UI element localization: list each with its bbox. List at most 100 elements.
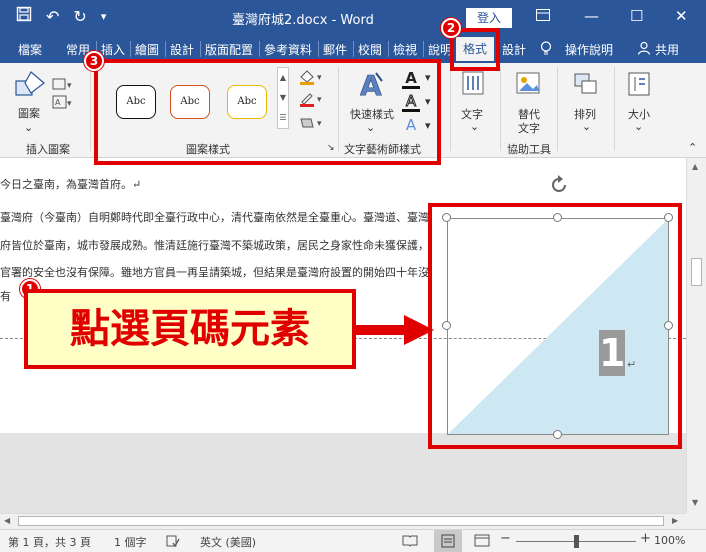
tab-draw[interactable]: 繪圖: [135, 41, 159, 58]
vertical-scroll-thumb[interactable]: [691, 258, 702, 286]
quick-styles-icon[interactable]: A: [358, 69, 386, 104]
customize-icon[interactable]: ▾: [101, 6, 107, 28]
tab-review[interactable]: 校閱: [358, 41, 382, 58]
lightbulb-icon[interactable]: [540, 41, 552, 59]
rotate-handle-icon[interactable]: [548, 174, 570, 199]
scroll-right-icon[interactable]: ▶: [672, 516, 678, 525]
redo-icon[interactable]: ↻: [73, 6, 86, 28]
page-number-text[interactable]: 1: [599, 330, 625, 376]
person-icon[interactable]: [637, 41, 651, 58]
shapes-icon[interactable]: [14, 69, 46, 102]
chevron-down-icon[interactable]: ▾: [425, 95, 431, 108]
shape-fill-icon[interactable]: ▾: [298, 69, 326, 88]
instruction-callout: 點選頁碼元素: [24, 289, 356, 369]
document-line: 臺灣府（今臺南）自明鄭時代即全臺行政中心，清代臺南依然是全臺重心。臺灣道、臺灣: [0, 211, 429, 224]
text-direction-icon[interactable]: [462, 71, 484, 98]
alt-text-label-line2[interactable]: 文字: [518, 120, 540, 136]
insert-shapes-group-label: 插入圖案: [26, 143, 70, 156]
undo-icon[interactable]: ↶: [46, 6, 59, 28]
tab-divider: [259, 41, 260, 57]
group-divider: [500, 67, 501, 151]
shape-style-orange[interactable]: Abc: [170, 85, 210, 119]
step-badge-2: 2: [441, 18, 461, 38]
zoom-out-icon[interactable]: −: [500, 531, 511, 546]
share-button[interactable]: 共用: [655, 41, 679, 58]
text-fill-icon[interactable]: A: [402, 71, 420, 89]
tab-insert[interactable]: 插入: [101, 41, 125, 58]
text-effects-icon[interactable]: A: [402, 118, 420, 133]
ribbon-display-icon[interactable]: [536, 4, 550, 28]
tab-format[interactable]: 格式: [456, 37, 495, 63]
tab-shape-design[interactable]: 設計: [502, 41, 526, 58]
quick-styles-label[interactable]: 快速樣式: [350, 106, 394, 122]
tab-file[interactable]: 檔案: [18, 41, 42, 58]
print-layout-icon[interactable]: [434, 530, 462, 552]
shape-style-black[interactable]: Abc: [116, 85, 156, 119]
chevron-down-icon[interactable]: ▾: [425, 119, 431, 132]
chevron-down-icon[interactable]: ⌄: [582, 120, 591, 133]
size-icon[interactable]: [627, 71, 651, 100]
collapse-ribbon-icon[interactable]: ⌃: [688, 141, 697, 154]
ribbon: 圖案 ⌄ ▾ A ▾ 插入圖案 Abc Abc Abc ▲ ▼ ☰ ▾ ▾ ▾ 圖案樣…: [0, 63, 706, 158]
zoom-in-icon[interactable]: +: [640, 531, 651, 546]
proofing-icon[interactable]: [166, 534, 180, 551]
dialog-launcher-icon[interactable]: ↘: [327, 143, 335, 153]
chevron-down-icon[interactable]: ⌄: [24, 121, 33, 134]
login-button[interactable]: 登入: [466, 8, 512, 28]
horizontal-scrollbar[interactable]: ◀ ▶: [0, 513, 686, 529]
read-mode-icon[interactable]: [402, 534, 418, 550]
tell-me-search[interactable]: 操作說明: [565, 41, 613, 58]
tab-references[interactable]: 參考資料: [264, 41, 312, 58]
maximize-icon[interactable]: ☐: [630, 4, 643, 28]
chevron-down-icon[interactable]: ▾: [425, 71, 431, 84]
tab-view[interactable]: 檢視: [393, 41, 417, 58]
chevron-down-icon[interactable]: ⌄: [470, 120, 479, 133]
chevron-down-icon[interactable]: ⌄: [366, 121, 375, 134]
resize-handle[interactable]: [664, 321, 673, 330]
shape-outline-icon[interactable]: ▾: [298, 91, 326, 110]
horizontal-scroll-thumb[interactable]: [18, 516, 664, 526]
shape-effects-icon[interactable]: ▾: [298, 115, 326, 134]
zoom-level[interactable]: 100%: [654, 534, 685, 547]
alt-text-icon[interactable]: [515, 71, 543, 100]
edit-shape-icon[interactable]: ▾: [52, 77, 76, 94]
page-count-status[interactable]: 第 1 頁，共 3 頁: [8, 534, 91, 550]
svg-text:▾: ▾: [67, 81, 72, 91]
text-outline-icon[interactable]: A: [402, 93, 420, 112]
web-layout-icon[interactable]: [474, 534, 490, 550]
tab-divider: [423, 41, 424, 57]
vertical-scrollbar[interactable]: ▲ ▼: [686, 158, 706, 513]
resize-handle[interactable]: [442, 321, 451, 330]
tab-design[interactable]: 設計: [170, 41, 194, 58]
language-status[interactable]: 英文 (美國): [200, 534, 256, 550]
tab-divider: [353, 41, 354, 57]
tab-layout[interactable]: 版面配置: [205, 41, 253, 58]
document-line: 官署的安全也沒有保障。雖地方官員一再呈請築城，但結果是臺灣府設置的開始四十年沒: [0, 266, 429, 279]
minimize-icon[interactable]: —: [584, 4, 599, 28]
scroll-up-icon[interactable]: ▲: [692, 162, 698, 171]
tab-mailings[interactable]: 郵件: [323, 41, 347, 58]
shape-style-gold[interactable]: Abc: [227, 85, 267, 119]
word-count-status[interactable]: 1 個字: [114, 534, 147, 550]
tab-divider: [165, 41, 166, 57]
text-box-icon[interactable]: A ▾: [52, 95, 76, 112]
style-gallery-scroll[interactable]: ▲ ▼ ☰: [277, 67, 289, 129]
resize-handle[interactable]: [553, 213, 562, 222]
close-icon[interactable]: ✕: [675, 4, 688, 28]
scroll-down-icon[interactable]: ▼: [692, 498, 698, 507]
resize-handle[interactable]: [664, 213, 673, 222]
shapes-button-label[interactable]: 圖案: [18, 105, 40, 121]
arrange-icon[interactable]: [572, 71, 600, 100]
chevron-down-icon[interactable]: ⌄: [634, 120, 643, 133]
paragraph-mark-icon: ↵: [627, 358, 637, 371]
scroll-left-icon[interactable]: ◀: [4, 516, 10, 525]
zoom-slider-thumb[interactable]: [574, 535, 579, 548]
save-icon[interactable]: [16, 6, 32, 28]
tab-divider: [200, 41, 201, 57]
page-number-shape[interactable]: 1 ↵: [447, 218, 669, 435]
resize-handle[interactable]: [553, 430, 562, 439]
resize-handle[interactable]: [442, 213, 451, 222]
scrollbar-corner: [686, 513, 706, 529]
svg-text:▾: ▾: [317, 73, 322, 83]
tab-help[interactable]: 說明: [428, 41, 452, 58]
